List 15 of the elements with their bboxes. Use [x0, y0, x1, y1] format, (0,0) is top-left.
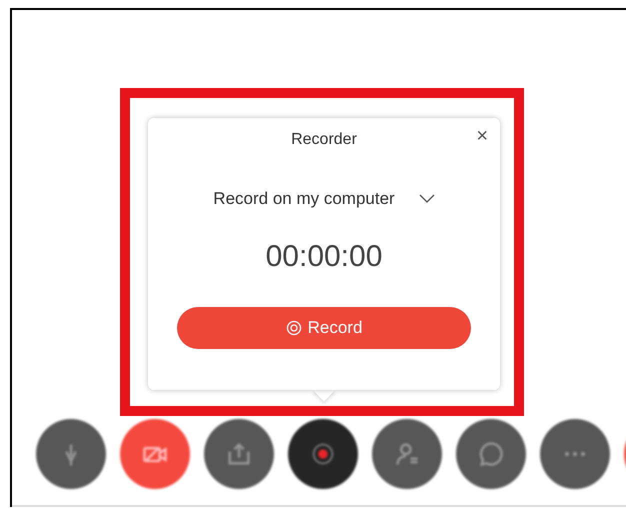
close-button[interactable]: ×	[476, 126, 488, 146]
destination-dropdown[interactable]: Record on my computer	[213, 186, 435, 212]
toolbar-button[interactable]	[204, 419, 274, 489]
toolbar-button[interactable]	[540, 419, 610, 489]
toolbar-button[interactable]	[456, 419, 526, 489]
more-icon	[565, 452, 585, 456]
toolbar-button[interactable]	[36, 419, 106, 489]
timer: 00:00:00	[266, 238, 382, 274]
record-icon	[286, 320, 302, 336]
record-button[interactable]: Record	[177, 306, 471, 348]
toolbar-button[interactable]	[288, 419, 358, 489]
popup-title: Recorder	[291, 130, 357, 150]
chat-icon	[477, 440, 505, 468]
toolbar-button[interactable]	[372, 419, 442, 489]
chevron-down-icon	[418, 194, 435, 204]
